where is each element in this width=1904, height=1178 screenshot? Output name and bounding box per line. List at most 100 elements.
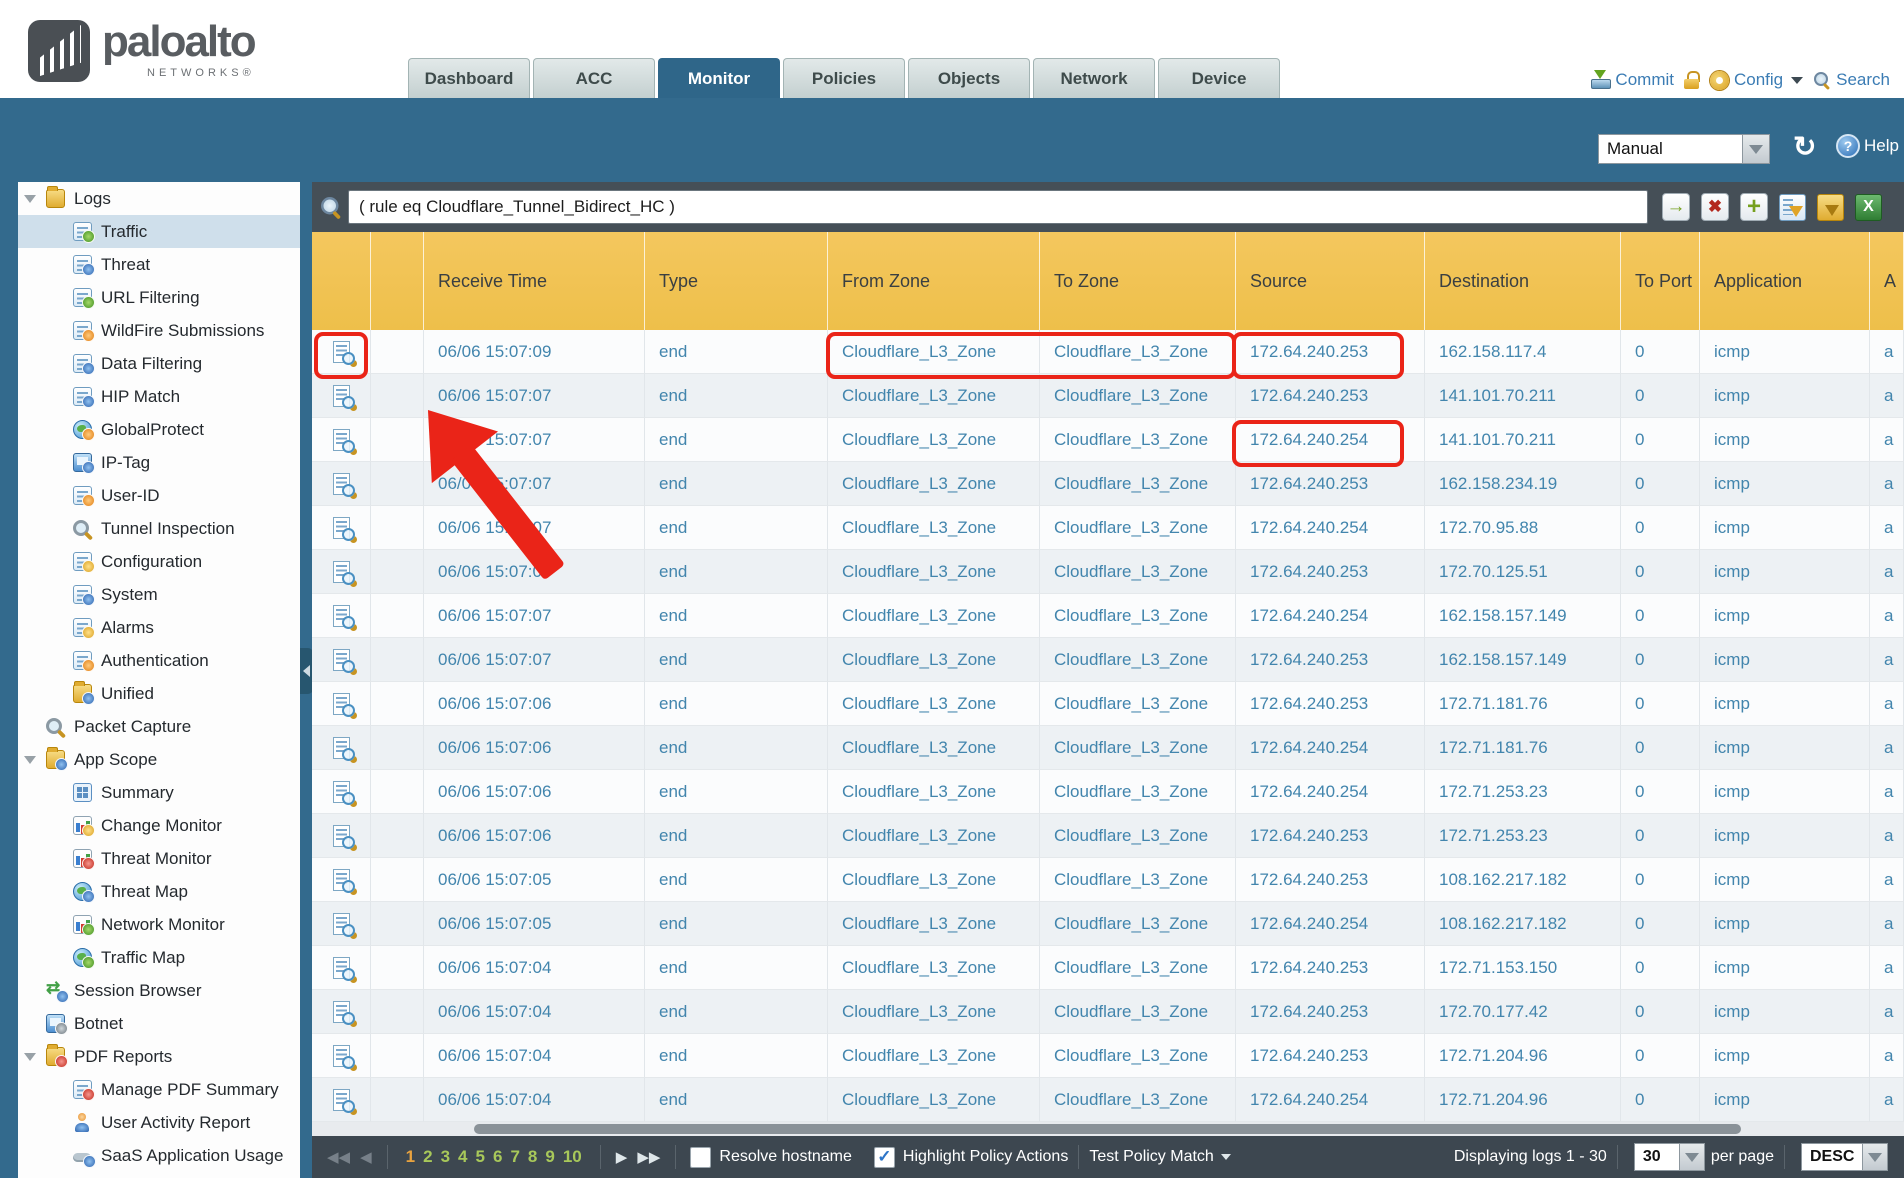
page-number-1[interactable]: 1 [406,1147,415,1167]
log-detail-cell[interactable] [312,418,371,462]
cell-to-zone[interactable]: Cloudflare_L3_Zone [1040,594,1236,638]
tab-device[interactable]: Device [1158,58,1280,98]
cell-destination[interactable]: 162.158.157.149 [1425,594,1621,638]
sidebar-item-traffic[interactable]: Traffic [18,215,300,248]
cell-receive-time[interactable]: 06/06 15:07:04 [424,1078,645,1122]
log-detail-cell[interactable] [312,594,371,638]
cell-from-zone[interactable]: Cloudflare_L3_Zone [828,814,1040,858]
page-number-6[interactable]: 6 [493,1147,502,1167]
sidebar-item-manage-pdf-summary[interactable]: Manage PDF Summary [18,1073,300,1106]
log-detail-icon[interactable] [333,957,350,979]
cell-to-port[interactable]: 0 [1621,990,1700,1034]
cell-destination[interactable]: 172.71.253.23 [1425,770,1621,814]
log-detail-icon[interactable] [333,429,350,451]
cell-source[interactable]: 172.64.240.253 [1236,946,1425,990]
log-detail-cell[interactable] [312,726,371,770]
add-filter-icon[interactable]: + [1740,193,1768,221]
log-detail-cell[interactable] [312,858,371,902]
sort-order-dropdown-button[interactable] [1863,1143,1888,1171]
sidebar-item-configuration[interactable]: Configuration [18,545,300,578]
sidebar-item-summary[interactable]: Summary [18,776,300,809]
cell-application[interactable]: icmp [1700,990,1870,1034]
cell-destination[interactable]: 172.71.153.150 [1425,946,1621,990]
cell-to-zone[interactable]: Cloudflare_L3_Zone [1040,462,1236,506]
cell-source[interactable]: 172.64.240.254 [1236,770,1425,814]
cell-type[interactable]: end [645,682,828,726]
sidebar-item-packet-capture[interactable]: Packet Capture [18,710,300,743]
cell-type[interactable]: end [645,1034,828,1078]
refresh-mode-dropdown-button[interactable] [1743,134,1770,164]
cell-source[interactable]: 172.64.240.254 [1236,902,1425,946]
cell-receive-time[interactable]: 06/06 15:07:05 [424,902,645,946]
column-header-detail[interactable] [312,232,371,330]
column-header-source[interactable]: Source [1236,232,1425,330]
cell-receive-time[interactable]: 06/06 15:07:07 [424,374,645,418]
per-page-dropdown-button[interactable] [1680,1143,1705,1171]
log-detail-cell[interactable] [312,682,371,726]
log-detail-cell[interactable] [312,1078,371,1122]
cell-type[interactable]: end [645,374,828,418]
config-menu-button[interactable]: Config [1710,70,1803,90]
highlight-policy-actions-checkbox[interactable]: ✓ [874,1147,895,1168]
cell-action[interactable]: a [1870,550,1904,594]
cell-source[interactable]: 172.64.240.253 [1236,990,1425,1034]
log-detail-cell[interactable] [312,814,371,858]
cell-to-port[interactable]: 0 [1621,1034,1700,1078]
cell-source[interactable]: 172.64.240.253 [1236,682,1425,726]
cell-destination[interactable]: 108.162.217.182 [1425,858,1621,902]
cell-to-zone[interactable]: Cloudflare_L3_Zone [1040,374,1236,418]
last-page-button[interactable]: ▶▶ [637,1148,660,1166]
cell-to-zone[interactable]: Cloudflare_L3_Zone [1040,1078,1236,1122]
tab-network[interactable]: Network [1033,58,1155,98]
sidebar-item-logs[interactable]: Logs [18,182,300,215]
cell-destination[interactable]: 162.158.234.19 [1425,462,1621,506]
expander-icon[interactable] [24,1053,36,1061]
cell-from-zone[interactable]: Cloudflare_L3_Zone [828,990,1040,1034]
cell-action[interactable]: a [1870,506,1904,550]
per-page-value[interactable]: 30 [1634,1143,1680,1171]
cell-type[interactable]: end [645,902,828,946]
cell-receive-time[interactable]: 06/06 15:07:07 [424,462,645,506]
log-detail-icon[interactable] [333,341,350,363]
cell-to-port[interactable]: 0 [1621,330,1700,374]
log-detail-icon[interactable] [333,825,350,847]
help-label[interactable]: Help [1864,136,1899,156]
log-detail-icon[interactable] [333,1045,350,1067]
cell-receive-time[interactable]: 06/06 15:07:06 [424,770,645,814]
log-detail-icon[interactable] [333,561,350,583]
page-number-4[interactable]: 4 [458,1147,467,1167]
cell-from-zone[interactable]: Cloudflare_L3_Zone [828,726,1040,770]
log-detail-icon[interactable] [333,869,350,891]
tab-objects[interactable]: Objects [908,58,1030,98]
column-header-to-zone[interactable]: To Zone [1040,232,1236,330]
test-policy-match-button[interactable]: Test Policy Match [1089,1148,1213,1166]
log-detail-cell[interactable] [312,946,371,990]
tab-monitor[interactable]: Monitor [658,58,780,98]
log-detail-icon[interactable] [333,1001,350,1023]
cell-from-zone[interactable]: Cloudflare_L3_Zone [828,462,1040,506]
refresh-mode-value[interactable]: Manual [1598,134,1743,164]
cell-action[interactable]: a [1870,1078,1904,1122]
cell-action[interactable]: a [1870,990,1904,1034]
cell-application[interactable]: icmp [1700,726,1870,770]
cell-receive-time[interactable]: 06/06 15:07:05 [424,858,645,902]
sidebar-item-change-monitor[interactable]: Change Monitor [18,809,300,842]
cell-to-zone[interactable]: Cloudflare_L3_Zone [1040,682,1236,726]
cell-type[interactable]: end [645,506,828,550]
cell-receive-time[interactable]: 06/06 15:07:07 [424,638,645,682]
page-number-2[interactable]: 2 [423,1147,432,1167]
tab-dashboard[interactable]: Dashboard [408,58,530,98]
cell-from-zone[interactable]: Cloudflare_L3_Zone [828,418,1040,462]
log-detail-icon[interactable] [333,913,350,935]
cell-receive-time[interactable]: 06/06 15:07:07 [424,550,645,594]
cell-from-zone[interactable]: Cloudflare_L3_Zone [828,594,1040,638]
cell-application[interactable]: icmp [1700,330,1870,374]
apply-filter-icon[interactable]: → [1662,193,1690,221]
refresh-icon[interactable]: ↻ [1793,132,1816,162]
cell-destination[interactable]: 172.70.125.51 [1425,550,1621,594]
cell-from-zone[interactable]: Cloudflare_L3_Zone [828,1078,1040,1122]
resolve-hostname-checkbox[interactable] [690,1147,711,1168]
horizontal-scrollbar-track[interactable] [312,1122,1904,1136]
sidebar-item-unified[interactable]: Unified [18,677,300,710]
cell-receive-time[interactable]: 06/06 15:07:04 [424,990,645,1034]
